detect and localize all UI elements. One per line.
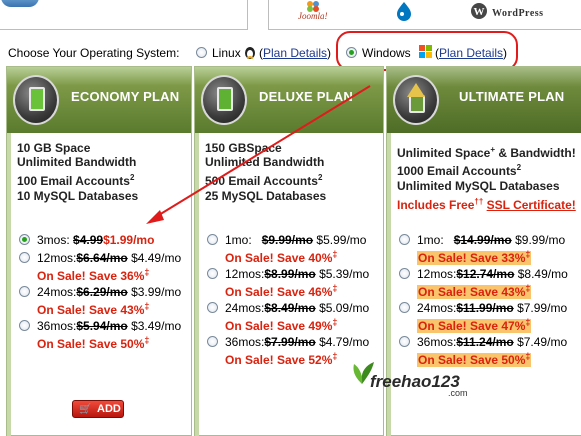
- economy-db: 10 MySQL Databases: [17, 189, 139, 203]
- economy-bandwidth: Unlimited Bandwidth: [17, 155, 137, 169]
- plan-deluxe-header: DELUXE PLAN: [195, 67, 383, 133]
- top-left-box: [0, 0, 248, 30]
- ultimate-sale-label: On Sale! Save 47%‡: [417, 317, 532, 333]
- deluxe-sale-label: On Sale! Save 49%‡: [225, 317, 338, 333]
- plan-ultimate-header: ULTIMATE PLAN: [387, 67, 581, 133]
- deluxe-term-radio[interactable]: [207, 234, 218, 245]
- top-logo-strip: Joomla! W WordPress: [0, 0, 581, 34]
- ultimate-db: Unlimited MySQL Databases: [397, 179, 560, 193]
- plan-deluxe-title: DELUXE PLAN: [259, 89, 353, 104]
- drupal-logo: [394, 2, 414, 25]
- economy-term-radio[interactable]: [19, 320, 30, 331]
- windows-highlight-oval: [336, 31, 518, 71]
- ultimate-term-radio[interactable]: [399, 302, 410, 313]
- economy-sale-label: On Sale! Save 43%‡: [37, 301, 150, 317]
- economy-email: 100 Email Accounts2: [17, 173, 135, 188]
- economy-term-radio[interactable]: [19, 252, 30, 263]
- add-button-label: ADD: [97, 403, 121, 415]
- os-selector-label: Choose Your Operating System:: [8, 46, 180, 60]
- deluxe-sale-label: On Sale! Save 40%‡: [225, 249, 338, 265]
- economy-space: 10 GB Space: [17, 141, 91, 155]
- economy-term-radio[interactable]: [19, 286, 30, 297]
- plan-economy-title: ECONOMY PLAN: [71, 89, 180, 104]
- linux-label: Linux: [212, 46, 241, 60]
- deluxe-email: 500 Email Accounts2: [205, 173, 323, 188]
- plans-table: ECONOMY PLAN 10 GB Space Unlimited Bandw…: [2, 66, 581, 436]
- svg-text:W: W: [474, 6, 485, 18]
- deluxe-plan-icon: [201, 75, 247, 125]
- cart-icon: 🛒: [79, 404, 92, 415]
- economy-sale-label: On Sale! Save 50%‡: [37, 335, 150, 351]
- joomla-logo-text: Joomla!: [298, 11, 328, 21]
- ultimate-sale-label: On Sale! Save 33%‡: [417, 249, 532, 265]
- tux-icon: [245, 47, 255, 59]
- linux-plan-details-link[interactable]: Plan Details: [263, 46, 327, 60]
- watermark-domain: .com: [448, 388, 468, 398]
- deluxe-sale-label: On Sale! Save 46%‡: [225, 283, 338, 299]
- ultimate-sale-label: On Sale! Save 43%‡: [417, 283, 532, 299]
- ultimate-plan-icon: [393, 75, 439, 125]
- wordpress-logo-text: WordPress: [492, 8, 544, 19]
- plan-economy-header: ECONOMY PLAN: [7, 67, 191, 133]
- top-left-graphic: [1, 0, 39, 7]
- deluxe-term-radio[interactable]: [207, 268, 218, 279]
- ultimate-ssl-note: Includes Free†† SSL Certificate!: [397, 197, 576, 212]
- deluxe-term-radio[interactable]: [207, 336, 218, 347]
- linux-radio[interactable]: [196, 47, 207, 58]
- economy-sale-label: On Sale! Save 36%‡: [37, 267, 150, 283]
- ultimate-email: 1000 Email Accounts2: [397, 163, 522, 178]
- ultimate-term-radio[interactable]: [399, 336, 410, 347]
- deluxe-db: 25 MySQL Databases: [205, 189, 327, 203]
- ssl-certificate-link[interactable]: SSL Certificate!: [487, 198, 576, 212]
- watermark-text: freehao123: [370, 372, 460, 391]
- watermark-logo: freehao123 .com: [348, 356, 478, 406]
- deluxe-sale-label: On Sale! Save 52%‡: [225, 351, 338, 367]
- plan-ultimate-title: ULTIMATE PLAN: [459, 89, 565, 104]
- deluxe-bandwidth: Unlimited Bandwidth: [205, 155, 325, 169]
- economy-plan-icon: [13, 75, 59, 125]
- deluxe-term-radio[interactable]: [207, 302, 218, 313]
- add-to-cart-button[interactable]: 🛒 ADD: [72, 400, 124, 418]
- ultimate-space-bandwidth: Unlimited Space+ & Bandwidth!: [397, 145, 576, 160]
- ultimate-term-radio[interactable]: [399, 234, 410, 245]
- wordpress-logo: W WordPress: [470, 2, 543, 23]
- economy-term-radio[interactable]: [19, 234, 30, 245]
- plan-economy-body: 10 GB Space Unlimited Bandwidth 100 Emai…: [7, 133, 191, 436]
- ultimate-term-radio[interactable]: [399, 268, 410, 279]
- plan-economy: ECONOMY PLAN 10 GB Space Unlimited Bandw…: [6, 66, 192, 436]
- deluxe-space: 150 GBSpace: [205, 141, 282, 155]
